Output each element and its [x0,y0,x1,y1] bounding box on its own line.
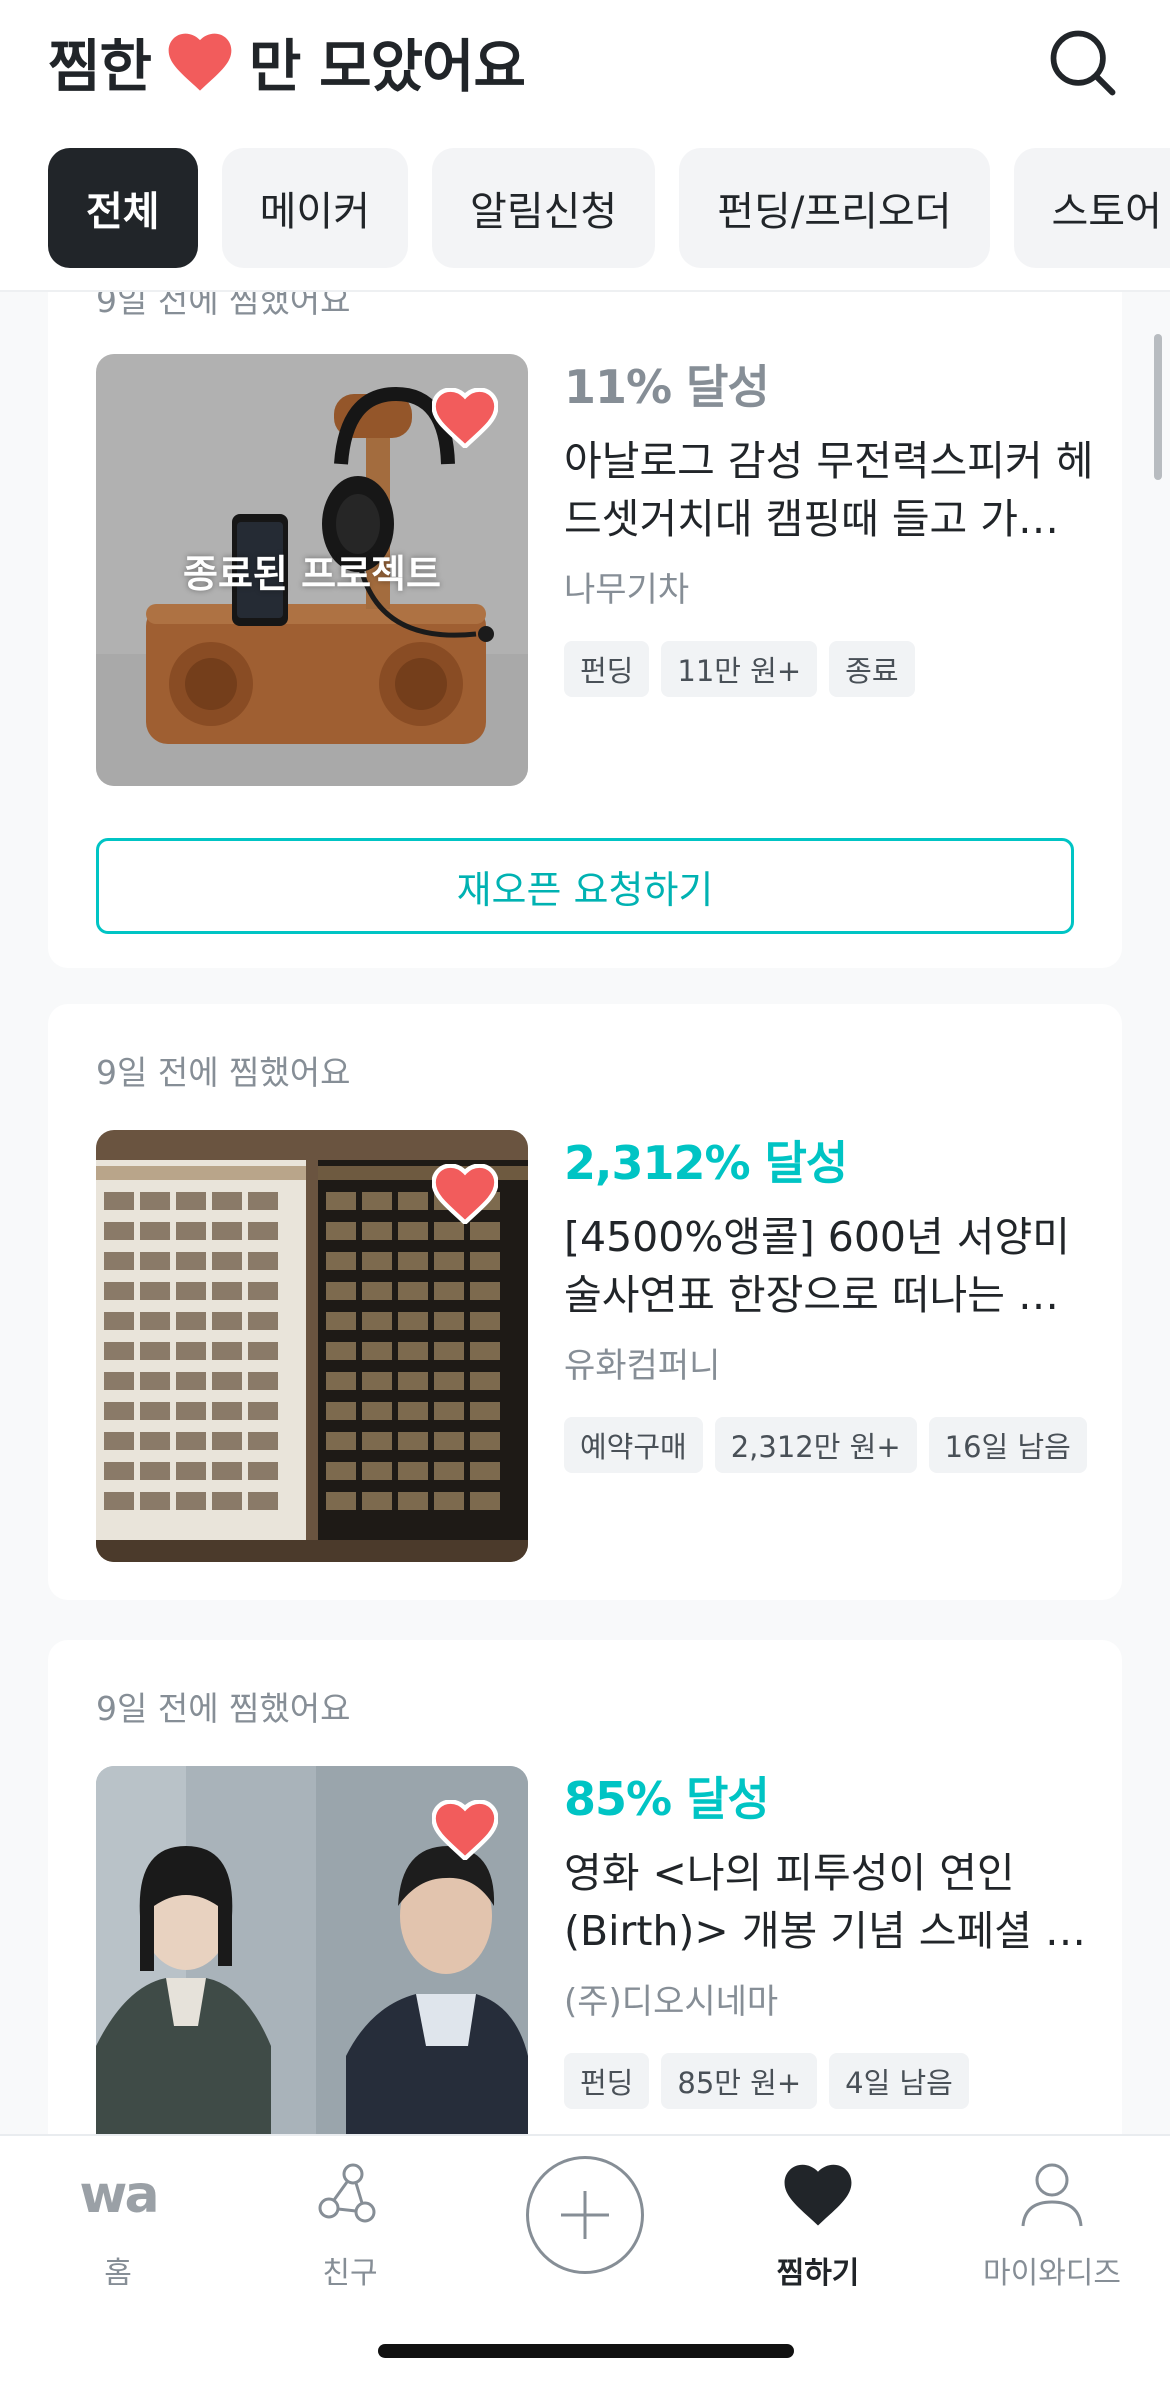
reopen-request-button[interactable]: 재오픈 요청하기 [96,838,1074,934]
tag: 펀딩 [564,2053,650,2109]
network-icon [315,2150,385,2240]
product-info: 11% 달성 아날로그 감성 무전력스피커 헤 드셋거치대 캠핑때 들고 가면.… [564,354,1094,697]
home-indicator [378,2344,794,2358]
filter-chip-all[interactable]: 전체 [48,148,198,268]
tag: 85만 원+ [661,2053,818,2109]
wish-date: 9일 전에 찜했어요 [96,1689,351,1728]
nav-wishlist[interactable]: 찜하기 [718,2150,918,2300]
product-thumbnail[interactable]: 종료된 프로젝트 [96,354,528,786]
wadiz-logo-text: wa [79,2165,159,2225]
nav-wishlist-label: 찜하기 [776,2256,860,2291]
header: 찜한 만 모았어요 전체 메이커 알림신청 펀딩/프리오더 스토어 [0,0,1170,292]
wishlist-screen: 찜한 만 모았어요 전체 메이커 알림신청 펀딩/프리오더 스토어 9일 전에 … [0,0,1170,2384]
nav-my-label: 마이와디즈 [983,2256,1121,2291]
product-title[interactable]: 영화 <나의 피투성이 연인 (Birth)> 개봉 기념 스페셜 프... [564,1844,1094,1960]
tag-list: 예약구매 2,312만 원+ 16일 남음 [564,1417,1094,1473]
wish-heart-icon[interactable] [432,1164,498,1224]
product-title[interactable]: [4500%앵콜] 600년 서양미 술사연표 한장으로 떠나는 세... [564,1208,1094,1324]
filter-chip-store[interactable]: 스토어 [1013,148,1170,268]
nav-friends-label: 친구 [322,2256,378,2291]
page-title: 찜한 만 모았어요 [48,20,526,104]
achievement-rate: 11% 달성 [564,360,770,414]
product-thumbnail[interactable] [96,1766,528,2134]
achievement-rate: 2,312% 달성 [564,1136,848,1190]
title-text-before: 찜한 [48,34,152,100]
wishlist-card[interactable]: 9일 전에 찜했어요 [48,1004,1122,1600]
filter-chip-funding[interactable]: 펀딩/프리오더 [679,148,990,268]
scrollbar[interactable] [1154,334,1162,480]
maker-name[interactable]: 유화컴퍼니 [564,1338,1094,1387]
wishlist-card[interactable]: 9일 전에 찜했어요 [48,1640,1122,2134]
product-title-line: 술사연표 한장으로 떠나는 세... [564,1271,1094,1319]
tag: 예약구매 [564,1417,703,1473]
wish-heart-icon[interactable] [432,1800,498,1860]
person-icon [1019,2150,1085,2240]
product-title-line: 영화 <나의 피투성이 연인 [564,1849,1015,1897]
tag: 11만 원+ [661,641,818,697]
tag-list: 펀딩 11만 원+ 종료 [564,641,1094,697]
heart-icon [168,33,232,91]
maker-name[interactable]: (주)디오시네마 [564,1974,1094,2023]
nav-my[interactable]: 마이와디즈 [952,2150,1152,2300]
title-text-after: 만 모았어요 [248,34,526,100]
tag: 펀딩 [564,641,650,697]
product-title-line: [4500%앵콜] 600년 서양미 [564,1213,1070,1261]
nav-home[interactable]: wa 홈 [18,2150,218,2300]
product-title-line: 드셋거치대 캠핑때 들고 가면... [564,495,1094,543]
filter-chip-notify[interactable]: 알림신청 [432,148,656,268]
search-icon[interactable] [1044,24,1120,100]
filter-chips: 전체 메이커 알림신청 펀딩/프리오더 스토어 [48,148,1170,268]
maker-name[interactable]: 나무기차 [564,562,1094,611]
create-button[interactable] [526,2156,644,2274]
tag-list: 펀딩 85만 원+ 4일 남음 [564,2053,1094,2109]
wish-date: 9일 전에 찜했어요 [96,1053,351,1092]
nav-home-label: 홈 [104,2256,132,2291]
product-thumbnail[interactable] [96,1130,528,1562]
product-title[interactable]: 아날로그 감성 무전력스피커 헤 드셋거치대 캠핑때 들고 가면... [564,432,1094,548]
achievement-rate: 85% 달성 [564,1772,770,1826]
product-title-line: (Birth)> 개봉 기념 스페셜 프... [564,1907,1094,1955]
plus-icon [561,2191,609,2239]
wishlist-card[interactable]: 9일 전에 찜했어요 [48,292,1122,968]
wish-heart-icon[interactable] [432,388,498,448]
product-info: 85% 달성 영화 <나의 피투성이 연인 (Birth)> 개봉 기념 스페셜… [564,1766,1094,2109]
wishlist-list: 9일 전에 찜했어요 종료된 프로젝트 11% 달성 아날로그 감성 무전력스피… [0,292,1170,2134]
tag: 2,312만 원+ [714,1417,917,1473]
filter-chip-maker[interactable]: 메이커 [221,148,409,268]
wish-date: 9일 전에 찜했어요 [96,292,351,320]
product-title-line: 아날로그 감성 무전력스피커 헤 [564,437,1094,485]
tag: 4일 남음 [829,2053,969,2109]
product-info: 2,312% 달성 [4500%앵콜] 600년 서양미 술사연표 한장으로 떠… [564,1130,1094,1473]
tag: 종료 [829,641,915,697]
wadiz-logo-icon: wa [79,2150,159,2240]
nav-friends[interactable]: 친구 [250,2150,450,2300]
tag: 16일 남음 [928,1417,1087,1473]
heart-filled-icon [783,2150,853,2240]
